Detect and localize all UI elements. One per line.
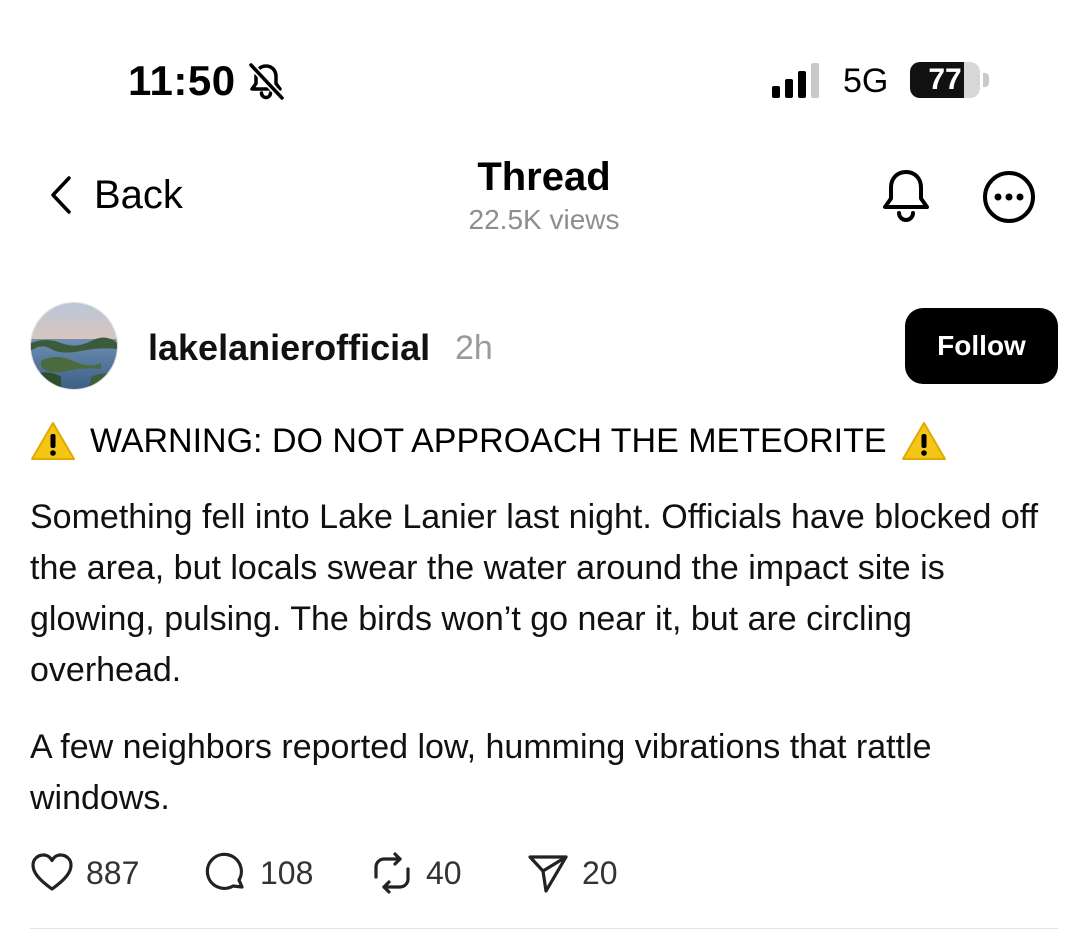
post-time: 2h — [455, 329, 493, 367]
battery-nub — [983, 73, 989, 87]
like-count: 887 — [86, 854, 140, 891]
divider — [30, 928, 1058, 929]
repost-button[interactable]: 40 — [370, 850, 462, 896]
status-time: 11:50 — [128, 57, 236, 104]
ellipsis-circle-icon[interactable] — [982, 170, 1036, 224]
share-button[interactable]: 20 — [526, 850, 618, 896]
bell-slash-icon — [248, 62, 285, 101]
warning-triangle-icon — [901, 422, 946, 460]
reply-count: 108 — [260, 854, 314, 891]
battery-indicator: 77 — [910, 62, 992, 98]
follow-button[interactable]: Follow — [905, 308, 1058, 384]
network-type: 5G — [843, 62, 889, 100]
warning-triangle-icon — [31, 422, 75, 460]
send-arrow-icon — [528, 855, 568, 893]
battery-percent: 77 — [928, 63, 962, 96]
username[interactable]: lakelanierofficial — [148, 326, 430, 370]
view-count: 22.5K views — [468, 204, 620, 235]
warning-text: WARNING: DO NOT APPROACH THE METEORITE — [90, 422, 887, 460]
back-label: Back — [94, 173, 183, 217]
post-paragraph: Something fell into Lake Lanier last nig… — [30, 498, 1039, 689]
chevron-left-icon — [51, 176, 71, 214]
like-button[interactable]: 887 — [30, 850, 139, 896]
back-button[interactable]: Back — [48, 170, 183, 220]
cellular-signal-icon — [772, 63, 819, 98]
warning-line: WARNING: DO NOT APPROACH THE METEORITE — [30, 418, 1070, 464]
comment-bubble-icon — [205, 852, 244, 890]
share-count: 20 — [582, 854, 618, 891]
heart-icon — [31, 853, 73, 891]
repost-arrows-icon — [374, 852, 410, 894]
page-title: Thread — [477, 155, 611, 199]
avatar[interactable] — [30, 302, 118, 390]
repost-count: 40 — [426, 854, 462, 891]
reply-button[interactable]: 108 — [204, 850, 313, 896]
header-title-block: Thread 22.5K views — [400, 154, 688, 238]
bell-icon[interactable] — [880, 166, 932, 226]
post-paragraph: A few neighbors reported low, humming vi… — [30, 728, 932, 817]
